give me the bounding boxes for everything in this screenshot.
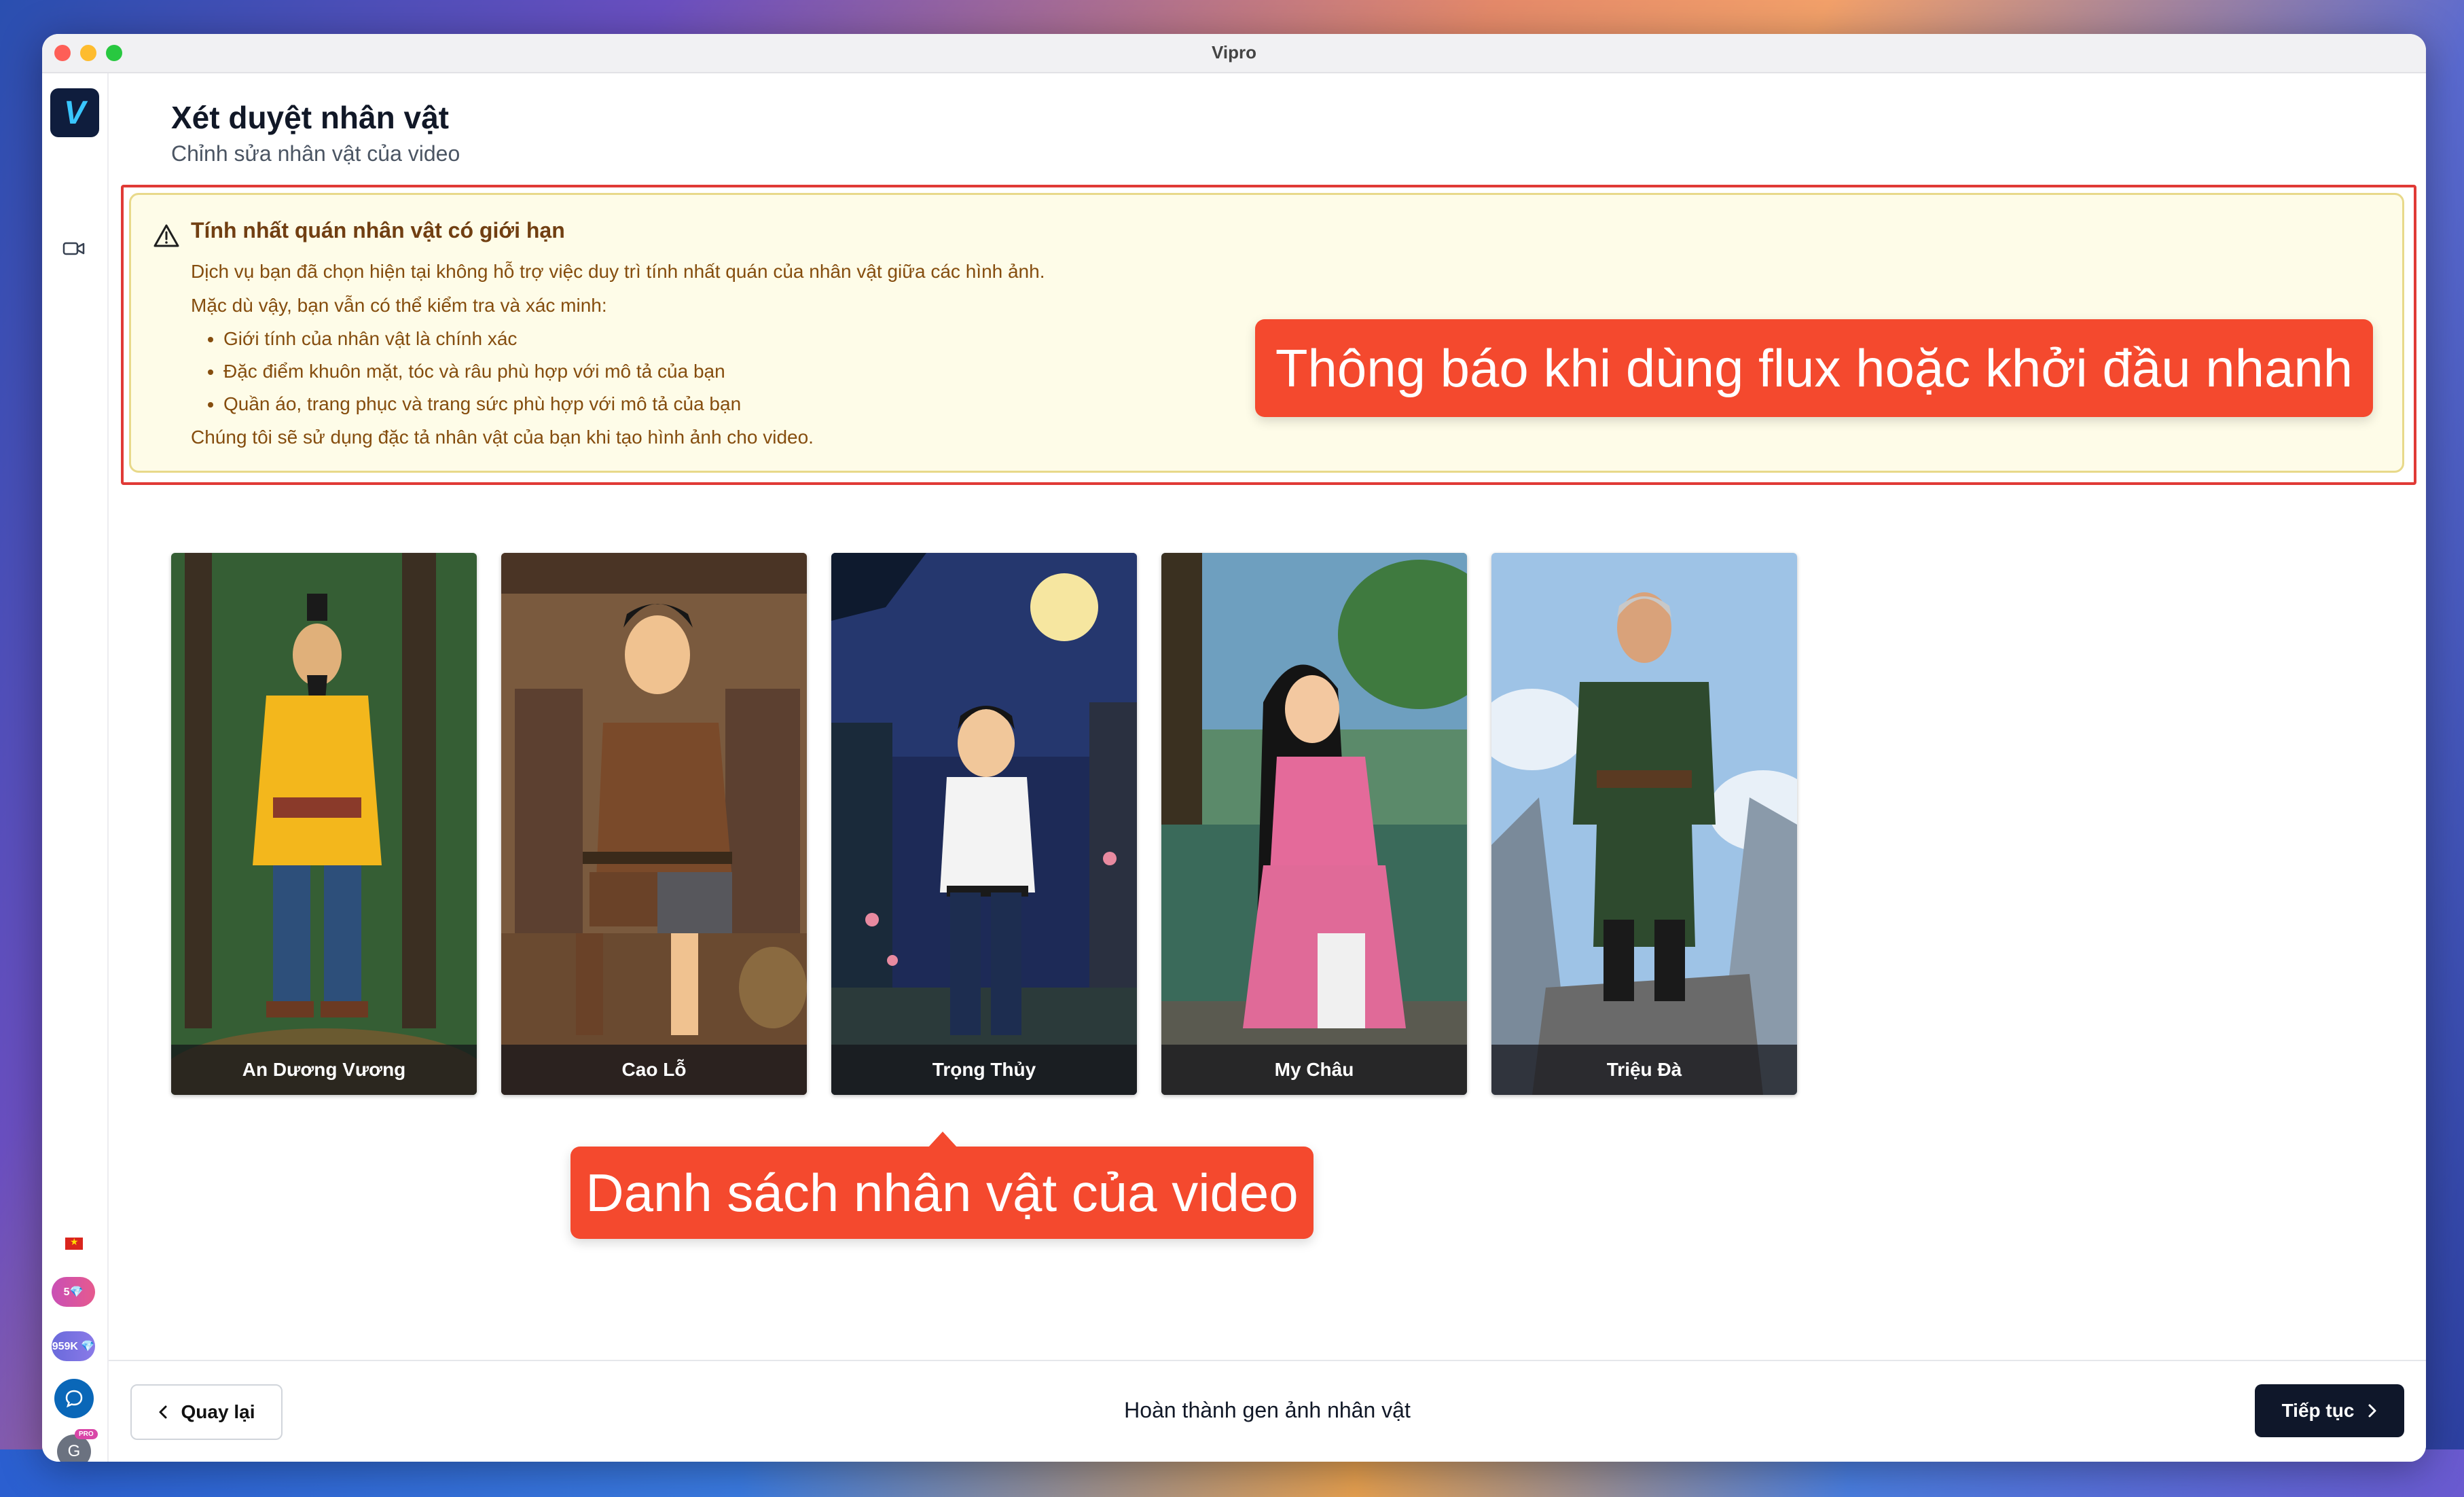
credits-badge[interactable]: 5💎 bbox=[52, 1277, 95, 1307]
character-name: Triệu Đà bbox=[1491, 1045, 1797, 1095]
chat-button[interactable] bbox=[54, 1379, 94, 1418]
character-name: Cao Lỗ bbox=[501, 1045, 807, 1095]
continue-button-label: Tiếp tục bbox=[2281, 1400, 2355, 1421]
footer-bar: Quay lại Hoàn thành gen ảnh nhân vật Tiế… bbox=[109, 1360, 2426, 1462]
character-card[interactable]: Cao Lỗ bbox=[501, 553, 807, 1095]
page-subtitle: Chỉnh sửa nhân vật của video bbox=[171, 141, 460, 166]
warning-line-2: Mặc dù vậy, bạn vẫn có thể kiểm tra và x… bbox=[191, 295, 607, 316]
character-name: An Dương Vương bbox=[171, 1045, 477, 1095]
character-name: Trọng Thủy bbox=[831, 1045, 1137, 1095]
character-portrait-image bbox=[1491, 553, 1797, 1095]
warning-triangle-icon bbox=[153, 224, 179, 247]
chat-bubble-icon bbox=[65, 1390, 83, 1408]
character-portrait-image bbox=[1161, 553, 1467, 1095]
character-name: My Châu bbox=[1161, 1045, 1467, 1095]
character-portrait-image bbox=[831, 553, 1137, 1095]
title-bar: Vipro bbox=[42, 34, 2426, 73]
generation-status: Hoàn thành gen ảnh nhân vật bbox=[1124, 1398, 1411, 1422]
character-card[interactable]: Triệu Đà bbox=[1491, 553, 1797, 1095]
character-portrait-image bbox=[171, 553, 477, 1095]
list-item: Quần áo, trang phục và trang sức phù hợp… bbox=[223, 388, 1045, 420]
app-logo[interactable]: V bbox=[50, 88, 99, 137]
character-card[interactable]: An Dương Vương bbox=[171, 553, 477, 1095]
video-camera-icon[interactable] bbox=[62, 240, 86, 257]
list-item: Giới tính của nhân vật là chính xác bbox=[223, 323, 1045, 355]
sidebar: V 5💎 959K 💎 G PRO bbox=[42, 73, 109, 1462]
main-content: Xét duyệt nhân vật Chỉnh sửa nhân vật củ… bbox=[109, 73, 2426, 1462]
page-title: Xét duyệt nhân vật bbox=[171, 100, 449, 135]
continue-button[interactable]: Tiếp tục bbox=[2255, 1384, 2404, 1437]
window-title: Vipro bbox=[1212, 42, 1256, 62]
pro-badge: PRO bbox=[75, 1429, 98, 1439]
warning-line-3: Chúng tôi sẽ sử dụng đặc tả nhân vật của… bbox=[191, 427, 814, 448]
character-portrait-image bbox=[501, 553, 807, 1095]
warning-line-1: Dịch vụ bạn đã chọn hiện tại không hỗ tr… bbox=[191, 261, 1045, 282]
chevron-right-icon bbox=[2368, 1404, 2376, 1418]
balance-badge[interactable]: 959K 💎 bbox=[52, 1331, 95, 1361]
character-list-annotation-callout: Danh sách nhân vật của video bbox=[570, 1132, 1313, 1239]
logo-text: V bbox=[63, 94, 86, 131]
character-card[interactable]: Trọng Thủy bbox=[831, 553, 1137, 1095]
warning-title: Tính nhất quán nhân vật có giới hạn bbox=[191, 218, 565, 242]
warning-body: Dịch vụ bạn đã chọn hiện tại không hỗ tr… bbox=[191, 255, 1045, 454]
list-item: Đặc điểm khuôn mặt, tóc và râu phù hợp v… bbox=[223, 355, 1045, 388]
warning-annotation-callout: Thông báo khi dùng flux hoặc khởi đầu nh… bbox=[1255, 319, 2373, 417]
app-window: Vipro V 5💎 959K 💎 G PRO Xét duyệt nhân v… bbox=[42, 34, 2426, 1462]
warning-checklist: Giới tính của nhân vật là chính xác Đặc … bbox=[191, 323, 1045, 420]
vietnam-flag-icon[interactable] bbox=[65, 1236, 83, 1250]
character-card[interactable]: My Châu bbox=[1161, 553, 1467, 1095]
